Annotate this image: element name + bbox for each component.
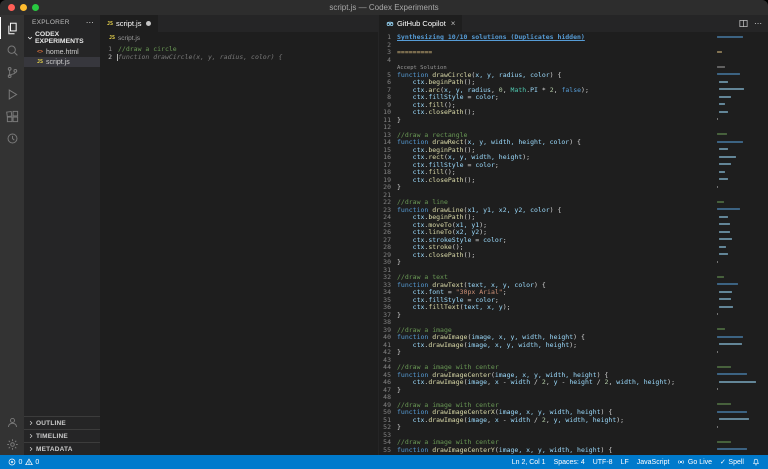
file-home-html[interactable]: <> home.html: [24, 47, 100, 57]
notifications-bell-icon[interactable]: [748, 455, 764, 469]
code-line[interactable]: 2function drawCircle(x, y, radius, color…: [100, 54, 378, 62]
activity-bar: [0, 15, 24, 455]
window-controls: [8, 4, 39, 11]
split-editor-icon[interactable]: [739, 19, 748, 28]
indentation-status[interactable]: Spaces: 4: [550, 455, 589, 469]
code-line[interactable]: 20}: [379, 184, 768, 192]
file-script-js[interactable]: JS script.js: [24, 57, 100, 67]
status-bar: 0 0 Ln 2, Col 1 Spaces: 4 UTF-8 LF JavaS…: [0, 455, 768, 469]
code-line[interactable]: 55function drawImageCenterY(image, x, y,…: [379, 447, 768, 455]
code-line[interactable]: 2: [379, 42, 768, 50]
code-line[interactable]: 11}: [379, 117, 768, 125]
tab-bar-right: GitHub Copilot × ⋯: [379, 15, 768, 32]
project-root-folder[interactable]: CODEX EXPERIMENTS: [24, 29, 100, 47]
code-line[interactable]: 1Synthesizing 10/10 solutions (Duplicate…: [379, 34, 768, 42]
vscode-window: script.js — Codex Experiments: [0, 0, 768, 469]
close-window-button[interactable]: [8, 4, 15, 11]
code-line[interactable]: 30}: [379, 259, 768, 267]
editor-pane-left: JS script.js JS script.js 1//draw a circ…: [100, 15, 378, 455]
window-title: script.js — Codex Experiments: [329, 3, 438, 12]
chevron-down-icon: [27, 35, 33, 41]
code-line[interactable]: 29 ctx.closePath();: [379, 252, 768, 260]
code-editor-left[interactable]: 1//draw a circle2function drawCircle(x, …: [100, 44, 378, 455]
minimap[interactable]: [717, 33, 763, 453]
line-number: 2: [100, 54, 118, 62]
code-line[interactable]: 47}: [379, 387, 768, 395]
chevron-right-icon: [28, 446, 34, 452]
title-bar[interactable]: script.js — Codex Experiments: [0, 0, 768, 15]
check-icon: ✓: [720, 458, 726, 466]
account-icon[interactable]: [0, 411, 24, 433]
editor-more-actions-icon[interactable]: ⋯: [754, 22, 762, 26]
js-file-icon: JS: [107, 21, 113, 27]
tab-label: GitHub Copilot: [397, 19, 446, 28]
line-number: 55: [379, 447, 397, 455]
timeline-section[interactable]: TIMELINE: [24, 429, 100, 442]
editor-group-container: JS script.js JS script.js 1//draw a circ…: [100, 15, 768, 455]
code-line[interactable]: 19 ctx.closePath();: [379, 177, 768, 185]
cursor-position[interactable]: Ln 2, Col 1: [508, 455, 550, 469]
code-line[interactable]: 52}: [379, 424, 768, 432]
error-icon: [8, 458, 16, 466]
outline-section[interactable]: OUTLINE: [24, 416, 100, 429]
code-line[interactable]: 4: [379, 57, 768, 65]
code-line[interactable]: 46 ctx.drawImage(image, x - width / 2, y…: [379, 379, 768, 387]
source-control-icon[interactable]: [0, 61, 24, 83]
code-line[interactable]: 10 ctx.closePath();: [379, 109, 768, 117]
eol-status[interactable]: LF: [617, 455, 633, 469]
minimize-window-button[interactable]: [20, 4, 27, 11]
js-file-icon: JS: [109, 35, 115, 41]
code-line[interactable]: 41 ctx.drawImage(image, x, y, width, hei…: [379, 342, 768, 350]
project-name: CODEX EXPERIMENTS: [35, 31, 98, 45]
language-mode[interactable]: JavaScript: [633, 455, 674, 469]
settings-gear-icon[interactable]: [0, 433, 24, 455]
copilot-icon: [386, 20, 394, 28]
js-file-icon: JS: [37, 59, 43, 65]
go-live-button[interactable]: Go Live: [673, 455, 716, 469]
sidebar-title: EXPLORER: [32, 19, 70, 26]
search-icon[interactable]: [0, 39, 24, 61]
tab-label: script.js: [116, 19, 141, 28]
editor-pane-right: GitHub Copilot × ⋯ 1Synthesizing 10/10 s…: [378, 15, 768, 455]
spell-checker-status[interactable]: ✓ Spell: [716, 455, 748, 469]
zoom-window-button[interactable]: [32, 4, 39, 11]
modified-indicator: [146, 21, 151, 26]
code-line[interactable]: 37}: [379, 312, 768, 320]
warning-count: 0: [35, 459, 39, 466]
metadata-section[interactable]: METADATA: [24, 442, 100, 455]
chevron-right-icon: [28, 433, 34, 439]
code-editor-right[interactable]: 1Synthesizing 10/10 solutions (Duplicate…: [379, 32, 768, 455]
breadcrumb-item: script.js: [118, 35, 140, 42]
breadcrumb[interactable]: JS script.js: [100, 32, 378, 44]
problems-status[interactable]: 0 0: [4, 455, 43, 469]
error-count: 0: [19, 459, 23, 466]
explorer-sidebar: EXPLORER ⋯ CODEX EXPERIMENTS <> home.htm…: [24, 15, 100, 455]
run-debug-icon[interactable]: [0, 83, 24, 105]
file-label: script.js: [46, 59, 70, 66]
close-tab-icon[interactable]: ×: [451, 19, 456, 28]
code-line[interactable]: 51 ctx.drawImage(image, x - width / 2, y…: [379, 417, 768, 425]
explorer-icon[interactable]: [0, 17, 24, 39]
section-label: TIMELINE: [36, 433, 68, 440]
encoding-status[interactable]: UTF-8: [589, 455, 617, 469]
tab-github-copilot[interactable]: GitHub Copilot ×: [379, 15, 463, 32]
section-label: OUTLINE: [36, 420, 66, 427]
warning-icon: [25, 458, 33, 466]
explorer-more-actions-icon[interactable]: ⋯: [86, 21, 94, 25]
chevron-right-icon: [28, 420, 34, 426]
extensions-icon[interactable]: [0, 105, 24, 127]
code-line[interactable]: 3=========: [379, 49, 768, 57]
line-number: 4: [379, 57, 397, 65]
code-line[interactable]: 36 ctx.fillText(text, x, y);: [379, 304, 768, 312]
clock-icon[interactable]: [0, 127, 24, 149]
html-file-icon: <>: [37, 49, 43, 55]
file-label: home.html: [46, 49, 79, 56]
code-line[interactable]: 42}: [379, 349, 768, 357]
section-label: METADATA: [36, 446, 73, 453]
tab-script-js[interactable]: JS script.js: [100, 15, 159, 32]
tab-bar-left: JS script.js: [100, 15, 378, 32]
broadcast-icon: [677, 458, 685, 466]
